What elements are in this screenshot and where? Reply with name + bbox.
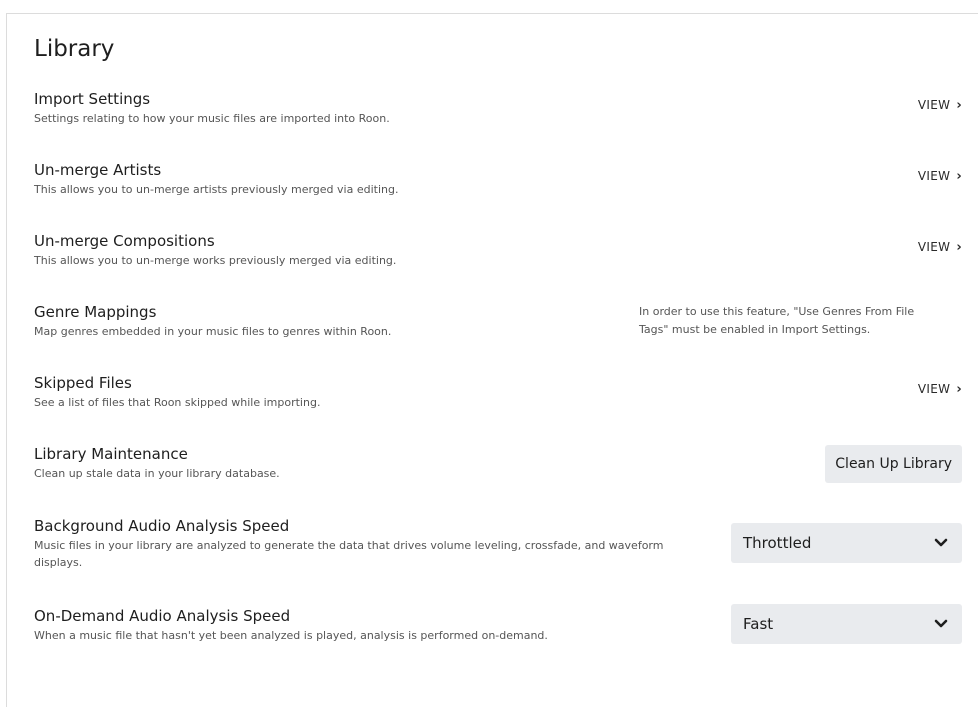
chevron-down-icon — [934, 619, 948, 628]
setting-description: This allows you to un-merge artists prev… — [34, 183, 399, 196]
select-value: Fast — [743, 615, 774, 633]
view-label: VIEW — [917, 382, 951, 396]
import-settings-view-link[interactable]: VIEW › — [918, 98, 962, 113]
genre-mappings-note: In order to use this feature, "Use Genre… — [639, 305, 915, 336]
setting-row-background-analysis: Background Audio Analysis Speed Music fi… — [34, 516, 962, 571]
setting-row-skipped-files: Skipped Files See a list of files that R… — [34, 373, 962, 411]
setting-description: See a list of files that Roon skipped wh… — [34, 396, 321, 409]
setting-description: Music files in your library are analyzed… — [34, 539, 664, 569]
setting-title: Import Settings — [34, 90, 151, 108]
page-title: Library — [34, 36, 115, 62]
chevron-right-icon: › — [956, 98, 962, 113]
select-value: Throttled — [743, 534, 812, 552]
setting-title: Un-merge Compositions — [34, 232, 215, 250]
view-label: VIEW — [917, 240, 951, 254]
view-label: VIEW — [917, 98, 951, 112]
chevron-right-icon: › — [956, 169, 962, 184]
setting-row-unmerge-artists: Un-merge Artists This allows you to un-m… — [34, 160, 962, 198]
setting-title: Skipped Files — [34, 374, 132, 392]
clean-up-library-button[interactable]: Clean Up Library — [825, 445, 962, 483]
setting-row-genre-mappings: Genre Mappings Map genres embedded in yo… — [34, 302, 962, 340]
setting-description: Settings relating to how your music file… — [34, 112, 390, 125]
chevron-right-icon: › — [956, 240, 962, 255]
unmerge-artists-view-link[interactable]: VIEW › — [918, 169, 962, 184]
setting-description: When a music file that hasn't yet been a… — [34, 629, 548, 642]
skipped-files-view-link[interactable]: VIEW › — [918, 382, 962, 397]
setting-row-unmerge-compositions: Un-merge Compositions This allows you to… — [34, 231, 962, 269]
setting-title: Library Maintenance — [34, 445, 188, 463]
ondemand-analysis-speed-select[interactable]: Fast — [731, 604, 962, 644]
chevron-down-icon — [934, 538, 948, 547]
setting-row-ondemand-analysis: On-Demand Audio Analysis Speed When a mu… — [34, 604, 962, 644]
chevron-right-icon: › — [956, 382, 962, 397]
setting-title: Un-merge Artists — [34, 161, 162, 179]
setting-row-import-settings: Import Settings Settings relating to how… — [34, 89, 962, 127]
view-label: VIEW — [917, 169, 951, 183]
setting-description: Map genres embedded in your music files … — [34, 325, 392, 338]
setting-description: Clean up stale data in your library data… — [34, 467, 280, 480]
background-analysis-speed-select[interactable]: Throttled — [731, 523, 962, 563]
setting-row-library-maintenance: Library Maintenance Clean up stale data … — [34, 444, 962, 483]
unmerge-compositions-view-link[interactable]: VIEW › — [918, 240, 962, 255]
setting-description: This allows you to un-merge works previo… — [34, 254, 397, 267]
